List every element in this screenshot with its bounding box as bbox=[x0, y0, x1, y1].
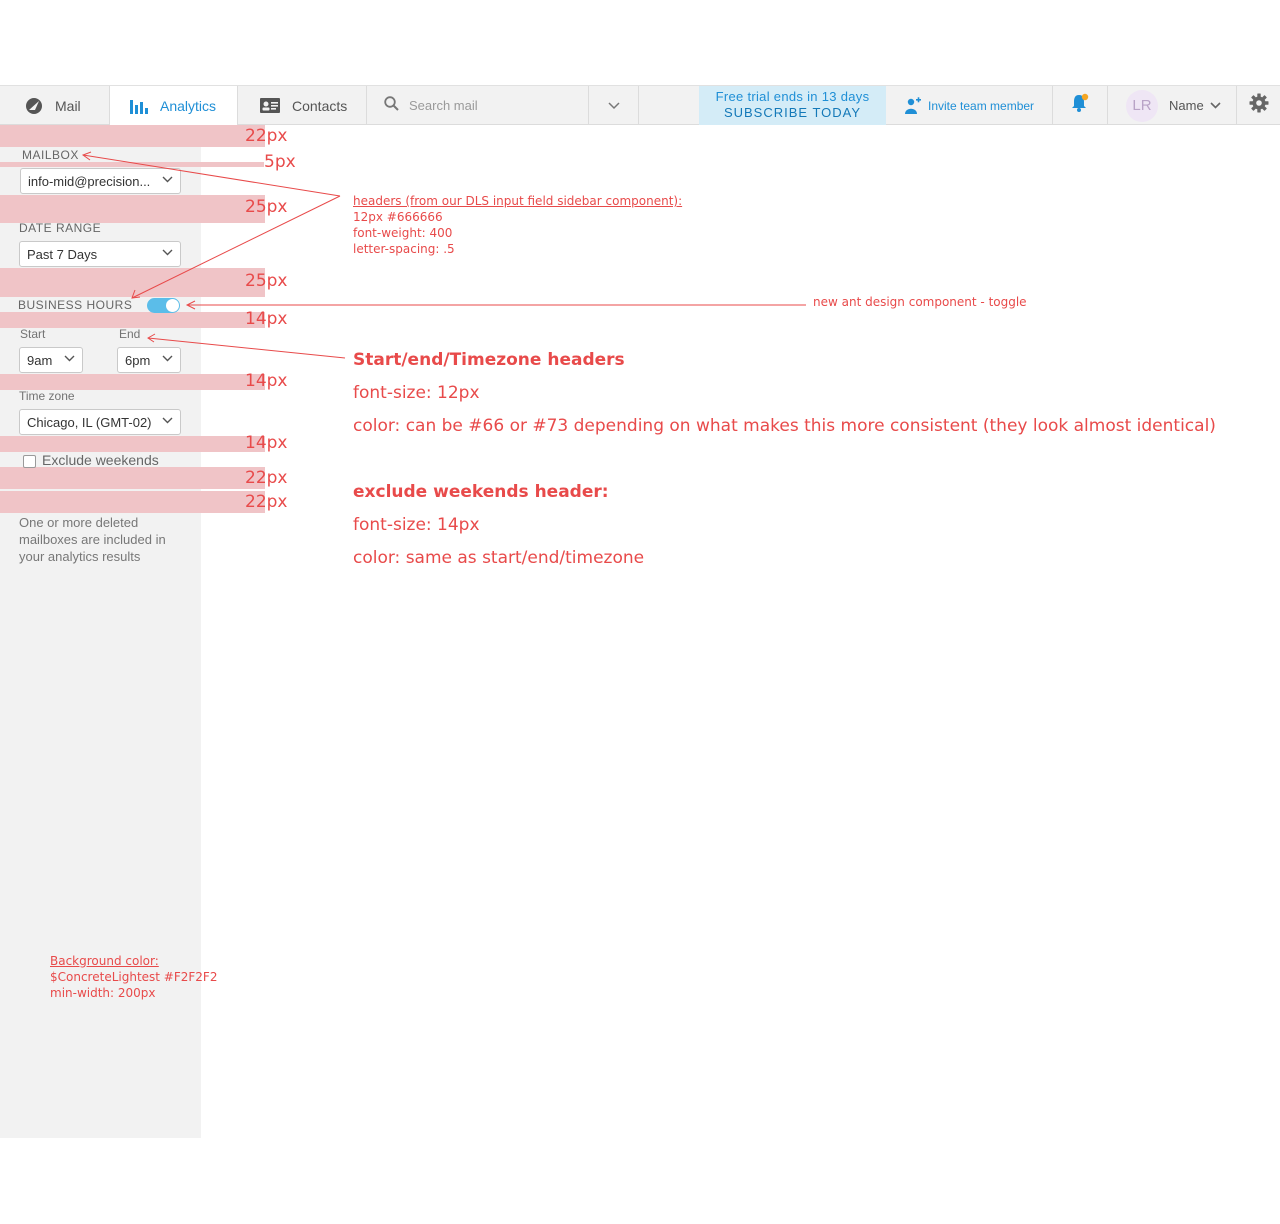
mailbox-select[interactable]: info-mid@precision... bbox=[20, 168, 181, 194]
date-range-select[interactable]: Past 7 Days bbox=[19, 241, 181, 267]
exclude-weekends-label: Exclude weekends bbox=[42, 452, 159, 468]
spacing-band bbox=[0, 268, 265, 297]
business-hours-header: BUSINESS HOURS bbox=[18, 298, 133, 312]
search-box bbox=[367, 86, 589, 125]
user-name: Name bbox=[1169, 98, 1204, 113]
spacing-label: 25px bbox=[245, 271, 288, 291]
spacing-label: 14px bbox=[245, 433, 288, 453]
spacing-label: 22px bbox=[245, 126, 288, 146]
user-menu[interactable]: LR Name bbox=[1108, 86, 1237, 125]
nav-contacts-label: Contacts bbox=[292, 97, 348, 114]
headers-annotation-title: headers (from our DLS input field sideba… bbox=[353, 194, 683, 208]
spacing-band bbox=[0, 162, 264, 167]
nav-mail-label: Mail bbox=[55, 97, 81, 114]
background-annotation-line: $ConcreteLightest #F2F2F2 bbox=[50, 970, 218, 984]
mail-logo-icon bbox=[25, 97, 43, 115]
spacing-band bbox=[0, 436, 265, 452]
spacing-band bbox=[0, 467, 265, 489]
nav-contacts-tab[interactable]: Contacts bbox=[238, 86, 367, 125]
background-annotation-line: min-width: 200px bbox=[50, 986, 156, 1000]
exclude-weekends-checkbox[interactable] bbox=[23, 455, 36, 468]
chevron-down-icon bbox=[162, 176, 173, 183]
mailbox-select-value: info-mid@precision... bbox=[28, 173, 151, 189]
business-hours-toggle[interactable] bbox=[147, 298, 180, 313]
sub-headers-annotation-title: Start/end/Timezone headers bbox=[353, 350, 625, 370]
spacing-label: 22px bbox=[245, 492, 288, 512]
nav-analytics-tab[interactable]: Analytics bbox=[110, 86, 238, 126]
invite-team-member-button[interactable]: Invite team member bbox=[887, 86, 1053, 125]
toggle-knob bbox=[166, 299, 179, 312]
headers-annotation-line: font-weight: 400 bbox=[353, 226, 453, 240]
spacing-label: 14px bbox=[245, 309, 288, 329]
bell-icon bbox=[1070, 93, 1090, 118]
exclude-weekends-annotation-line: color: same as start/end/timezone bbox=[353, 548, 645, 568]
spacing-label: 14px bbox=[245, 371, 288, 391]
start-time-select[interactable]: 9am bbox=[19, 347, 83, 373]
notifications-button[interactable] bbox=[1053, 86, 1108, 125]
date-range-header: DATE RANGE bbox=[19, 221, 102, 235]
toggle-annotation: new ant design component - toggle bbox=[813, 295, 1027, 309]
end-time-select[interactable]: 6pm bbox=[117, 347, 181, 373]
spacing-band bbox=[0, 374, 265, 390]
contact-card-icon bbox=[260, 98, 280, 113]
spacing-band bbox=[0, 125, 265, 147]
deleted-mailboxes-note: One or more deleted mailboxes are includ… bbox=[19, 515, 166, 564]
end-header: End bbox=[119, 327, 141, 341]
spacing-band bbox=[0, 491, 265, 513]
bar-chart-icon bbox=[130, 98, 148, 114]
timezone-header: Time zone bbox=[19, 389, 75, 403]
avatar: LR bbox=[1126, 89, 1158, 122]
search-icon bbox=[384, 95, 399, 116]
chevron-down-icon bbox=[1210, 102, 1221, 109]
exclude-weekends-annotation-line: font-size: 14px bbox=[353, 515, 480, 535]
add-user-icon bbox=[905, 97, 921, 114]
search-options-dropdown[interactable] bbox=[589, 86, 639, 125]
spacing-label: 25px bbox=[245, 197, 288, 217]
chevron-down-icon bbox=[162, 355, 173, 362]
background-annotation-title: Background color: bbox=[50, 954, 159, 968]
timezone-select[interactable]: Chicago, IL (GMT-02) bbox=[19, 409, 181, 435]
spacing-band bbox=[0, 195, 265, 223]
chevron-down-icon bbox=[162, 417, 173, 424]
nav-analytics-label: Analytics bbox=[160, 98, 217, 114]
spacing-label: 5px bbox=[264, 152, 296, 172]
start-time-value: 9am bbox=[27, 352, 53, 368]
background-annotation: Background color: $ConcreteLightest #F2F… bbox=[50, 953, 217, 1001]
gear-icon bbox=[1249, 93, 1269, 118]
top-nav-bar: Mail Analytics Contacts Free trial ends … bbox=[0, 85, 1280, 126]
trial-countdown: Free trial ends in 13 days bbox=[715, 89, 870, 104]
date-range-select-value: Past 7 Days bbox=[27, 246, 98, 262]
sub-headers-annotation-line: color: can be #66 or #73 depending on wh… bbox=[353, 416, 1216, 436]
trial-banner[interactable]: Free trial ends in 13 days SUBSCRIBE TOD… bbox=[699, 86, 886, 125]
mailbox-header: MAILBOX bbox=[22, 148, 79, 162]
exclude-weekends-annotation-title: exclude weekends header: bbox=[353, 482, 609, 502]
spacing-label: 22px bbox=[245, 468, 288, 488]
headers-annotation: headers (from our DLS input field sideba… bbox=[353, 193, 682, 257]
spacing-band bbox=[0, 312, 265, 328]
chevron-down-icon bbox=[64, 355, 75, 362]
start-header: Start bbox=[20, 327, 46, 341]
subscribe-link[interactable]: SUBSCRIBE TODAY bbox=[699, 105, 886, 121]
nav-mail-tab[interactable]: Mail bbox=[0, 86, 110, 125]
chevron-down-icon bbox=[162, 249, 173, 256]
chevron-down-icon bbox=[607, 97, 620, 115]
headers-annotation-line: letter-spacing: .5 bbox=[353, 242, 455, 256]
end-time-value: 6pm bbox=[125, 352, 151, 368]
headers-annotation-line: 12px #666666 bbox=[353, 210, 443, 224]
sub-headers-annotation-line: font-size: 12px bbox=[353, 383, 480, 403]
settings-button[interactable] bbox=[1237, 86, 1280, 125]
invite-team-member-label: Invite team member bbox=[928, 98, 1035, 113]
search-input[interactable] bbox=[409, 98, 579, 113]
timezone-select-value: Chicago, IL (GMT-02) bbox=[27, 414, 152, 430]
